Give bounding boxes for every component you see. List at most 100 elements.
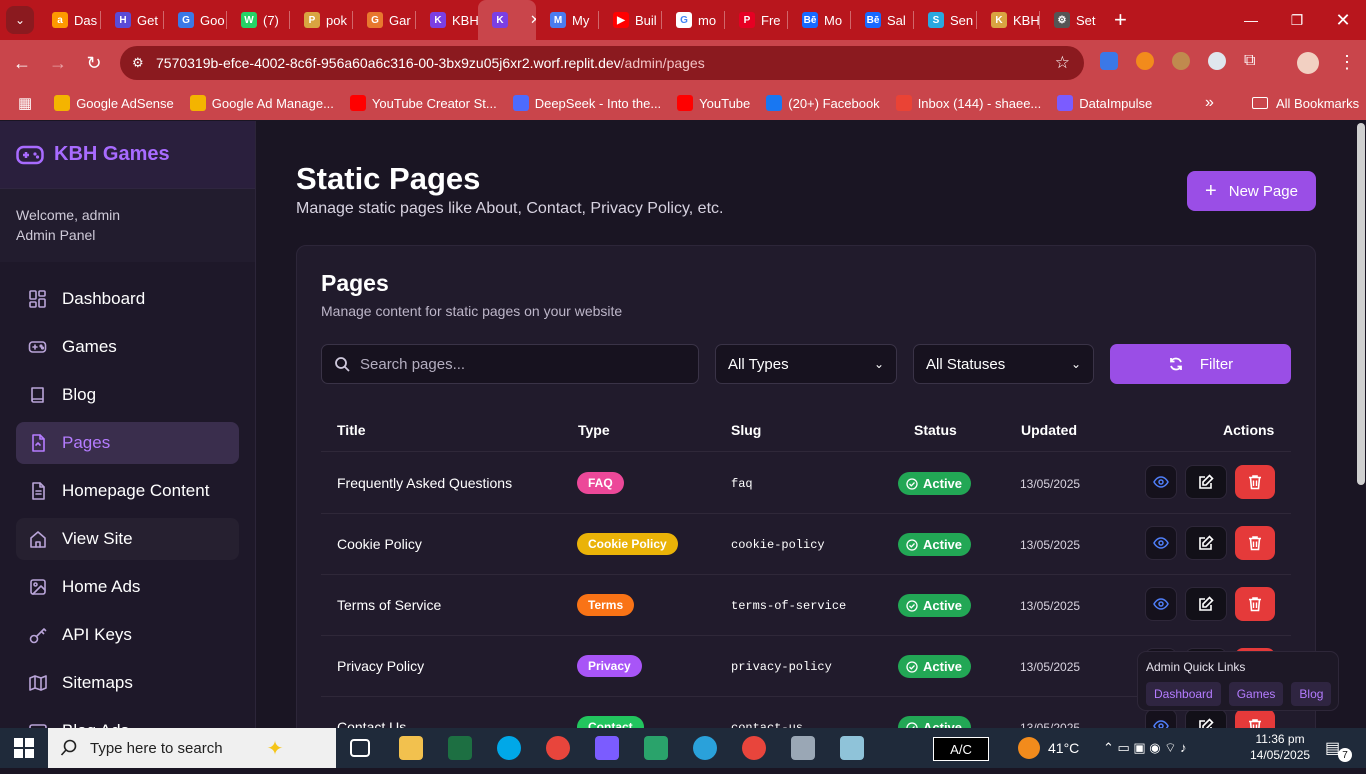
sidebar-item-blog[interactable]: Blog [16, 374, 239, 416]
vpn-icon[interactable] [595, 736, 619, 760]
quick-link-dashboard[interactable]: Dashboard [1146, 682, 1221, 706]
view-button[interactable] [1145, 465, 1177, 499]
taskbar-search[interactable]: Type here to search ✦ [48, 728, 336, 768]
sidebar-item-view-site[interactable]: View Site [16, 518, 239, 560]
sidebar-item-homepage-content[interactable]: Homepage Content [16, 470, 239, 512]
delete-button[interactable] [1235, 587, 1275, 621]
all-bookmarks-folder[interactable]: All Bookmarks [1252, 96, 1359, 111]
sidebar-item-label: Homepage Content [62, 481, 210, 500]
tab-search-button[interactable]: ⌄ [2, 2, 38, 38]
back-button[interactable]: ← [4, 45, 40, 81]
view-button[interactable] [1145, 587, 1177, 621]
view-button[interactable] [1145, 526, 1177, 560]
task-view-icon[interactable] [350, 739, 370, 757]
bookmark-item[interactable]: DataImpulse [1057, 95, 1152, 111]
bookmark-item[interactable]: Google Ad Manage... [189, 95, 334, 111]
remote-desktop-icon[interactable] [791, 736, 815, 760]
minimize-button[interactable]: — [1228, 0, 1274, 40]
extension-icon[interactable] [1208, 52, 1226, 70]
extension-icon[interactable] [1136, 52, 1154, 70]
sidebar-item-games[interactable]: Games [16, 326, 239, 368]
bookmark-item[interactable]: Inbox (144) - shaee... [895, 95, 1041, 111]
sidebar-item-pages[interactable]: Pages [16, 422, 239, 464]
sidebar-item-dashboard[interactable]: Dashboard [16, 278, 239, 320]
bookmark-item[interactable]: YouTube Creator St... [349, 95, 497, 111]
browser-tab[interactable]: a Das [38, 0, 100, 40]
clock[interactable]: 11:36 pm 14/05/2025 [1250, 731, 1310, 763]
app-icon[interactable] [840, 736, 864, 760]
system-tray-icons[interactable]: ⌃ ▭ ▣ ◉ ⌔ ♪ [1103, 728, 1187, 768]
browser-tab[interactable]: ⚙ Set [1040, 0, 1102, 40]
skype-icon[interactable] [497, 736, 521, 760]
windows-start-icon[interactable] [14, 738, 34, 758]
browser-tab[interactable]: P Fre [725, 0, 787, 40]
weather-icon[interactable] [1018, 737, 1040, 759]
reload-button[interactable]: ↻ [76, 45, 112, 81]
quick-link-blog[interactable]: Blog [1291, 682, 1332, 706]
bookmark-item[interactable]: Google AdSense [54, 95, 174, 111]
ac-indicator[interactable]: A/C [933, 737, 989, 761]
sidebar-item-api-keys[interactable]: API Keys [16, 614, 239, 656]
browser-tab[interactable]: Bē Sal [851, 0, 913, 40]
new-tab-button[interactable]: + [1114, 7, 1127, 33]
browser-tab[interactable]: Gmo [662, 0, 724, 40]
restore-button[interactable]: ❐ [1274, 0, 1320, 40]
browser-tab[interactable]: K KBH [977, 0, 1039, 40]
more-bookmarks-icon[interactable]: » [1205, 94, 1214, 112]
filter-button[interactable]: Filter [1110, 344, 1291, 384]
browser-tab[interactable]: G Goo [164, 0, 226, 40]
status-select[interactable]: All Statuses ⌄ [913, 344, 1094, 384]
address-bar[interactable]: ⚙ 7570319b-efce-4002-8c6f-956a60a6c316-0… [120, 46, 1084, 80]
sidebar-item-sitemaps[interactable]: Sitemaps [16, 662, 239, 704]
browser-menu-icon[interactable]: ⋮ [1338, 52, 1356, 73]
type-badge: Terms [577, 594, 635, 616]
extensions-puzzle-icon[interactable]: ⧉ [1244, 52, 1255, 70]
browser-tab[interactable]: K ✕ [478, 0, 536, 40]
browser-tab[interactable]: W (7) [227, 0, 289, 40]
bookmark-item[interactable]: DeepSeek - Into the... [512, 95, 661, 111]
profile-avatar[interactable] [1297, 52, 1319, 74]
edit-button[interactable] [1185, 526, 1227, 560]
excel-icon[interactable] [448, 736, 472, 760]
close-window-button[interactable]: ✕ [1320, 0, 1366, 40]
cookie-extension-icon[interactable] [1172, 52, 1190, 70]
apps-grid-icon[interactable]: ▦ [18, 94, 32, 112]
new-page-button[interactable]: + New Page [1187, 171, 1316, 211]
browser-tab[interactable]: Bē Mo [788, 0, 850, 40]
row-slug: privacy-policy [731, 660, 832, 674]
view-button[interactable] [1145, 709, 1177, 728]
tab-favicon-icon: M [550, 12, 566, 28]
browser-tab[interactable]: H Get [101, 0, 163, 40]
edit-button[interactable] [1185, 709, 1227, 728]
browser-tab[interactable]: ▶ Buil [599, 0, 661, 40]
weather-temp[interactable]: 41°C [1048, 728, 1079, 768]
edit-button[interactable] [1185, 465, 1227, 499]
quick-link-games[interactable]: Games [1228, 682, 1284, 706]
bookmark-star-icon[interactable]: ☆ [1055, 53, 1070, 73]
chrome-icon[interactable] [546, 736, 570, 760]
bookmark-item[interactable]: YouTube [677, 95, 750, 111]
brand[interactable]: KBH Games [0, 121, 255, 189]
delete-button[interactable] [1235, 709, 1275, 728]
delete-button[interactable] [1235, 465, 1275, 499]
browser-tab[interactable]: Ppok [290, 0, 352, 40]
extension-icon[interactable] [1100, 52, 1118, 70]
type-select[interactable]: All Types ⌄ [715, 344, 897, 384]
file-explorer-icon[interactable] [399, 736, 423, 760]
browser-tab[interactable]: S Sen [914, 0, 976, 40]
chrome-profile-icon[interactable] [742, 736, 766, 760]
app-icon[interactable] [644, 736, 668, 760]
edit-button[interactable] [1185, 587, 1227, 621]
browser-tab[interactable]: G Gar [353, 0, 415, 40]
search-input[interactable] [360, 355, 680, 373]
scrollbar-thumb[interactable] [1357, 123, 1365, 485]
browser-tab[interactable]: M My [536, 0, 598, 40]
telegram-icon[interactable] [693, 736, 717, 760]
browser-tab[interactable]: K KBH [416, 0, 478, 40]
delete-button[interactable] [1235, 526, 1275, 560]
site-info-icon[interactable]: ⚙ [132, 55, 144, 71]
sidebar-item-home-ads[interactable]: Home Ads [16, 566, 239, 608]
bookmark-item[interactable]: (20+) Facebook [766, 95, 880, 111]
page-scrollbar[interactable] [1355, 121, 1366, 728]
forward-button[interactable]: → [40, 45, 76, 81]
